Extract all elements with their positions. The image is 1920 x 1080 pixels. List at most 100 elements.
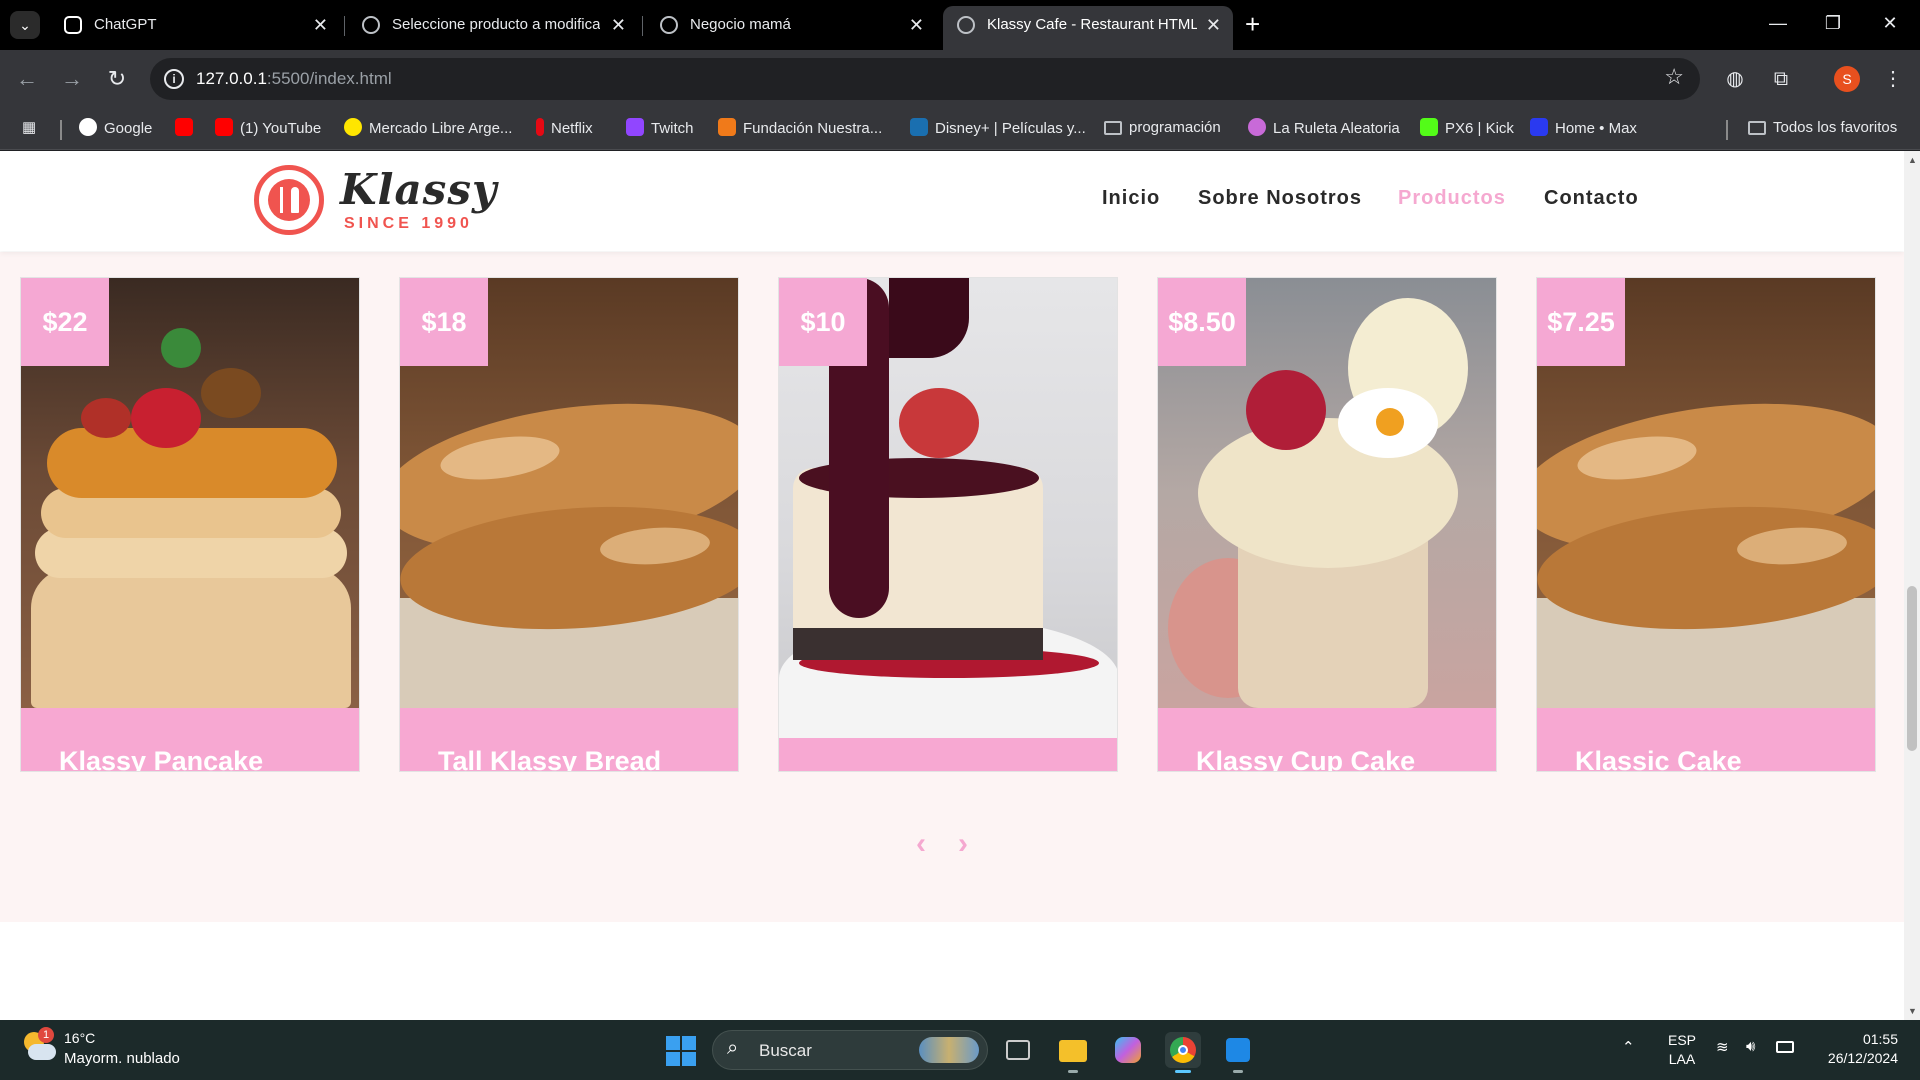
tab-klassy-cafe[interactable]: Klassy Cafe - Restaurant HTML T ✕	[943, 6, 1233, 50]
copilot-icon[interactable]	[1110, 1032, 1146, 1068]
product-card[interactable]: $18 Tall Klassy Bread	[399, 277, 739, 772]
windows-start-icon[interactable]	[666, 1036, 696, 1066]
weather-description[interactable]: Mayorm. nublado	[64, 1050, 180, 1067]
bookmarks-bar: ▦ Google (1) YouTube Mercado Libre Arge.…	[0, 108, 1920, 150]
youtube-icon	[215, 118, 233, 136]
nav-inicio[interactable]: Inicio	[1102, 187, 1160, 210]
site-header: Klassy SINCE 1990 Inicio Sobre Nosotros …	[0, 151, 1904, 251]
price-badge: $18	[400, 278, 488, 366]
extensions-puzzle-icon[interactable]: ⧉	[1768, 66, 1794, 92]
windows-taskbar: 1 16°C Mayorm. nublado ⌕ Buscar ⌃ ESP LA…	[0, 1020, 1920, 1080]
tab-chatgpt[interactable]: ChatGPT ✕	[50, 6, 340, 50]
scrollbar-thumb[interactable]	[1907, 586, 1917, 751]
tab-divider	[642, 16, 643, 36]
product-card[interactable]: $8.50 Klassy Cup Cake	[1157, 277, 1497, 772]
reload-button[interactable]: ↻	[102, 64, 132, 94]
carousel-next-button[interactable]: ›	[958, 827, 968, 861]
bookmark-twitch[interactable]: Twitch	[626, 118, 694, 139]
all-bookmarks-folder[interactable]: Todos los favoritos	[1748, 118, 1897, 138]
weather-temperature[interactable]: 16°C	[64, 1030, 95, 1046]
google-icon	[79, 118, 97, 136]
disney-icon	[910, 118, 928, 136]
page-scrollbar[interactable]: ▲ ▼	[1904, 151, 1920, 1020]
tab-seleccione-producto[interactable]: Seleccione producto a modifica ✕	[348, 6, 638, 50]
nav-contacto[interactable]: Contacto	[1544, 187, 1639, 210]
bookmark-youtube-shortcut[interactable]	[175, 118, 200, 139]
keyboard-layout: LAA	[1668, 1051, 1696, 1067]
back-button[interactable]: ←	[12, 64, 42, 94]
close-tab-icon[interactable]: ✕	[909, 6, 924, 44]
close-tab-icon[interactable]: ✕	[611, 6, 626, 44]
ruleta-icon	[1248, 118, 1266, 136]
bookmark-label: Disney+ | Películas y...	[935, 120, 1086, 137]
menu-kebab-icon[interactable]: ⋮	[1880, 66, 1906, 92]
bookmark-star-icon[interactable]: ☆	[1664, 64, 1684, 90]
apps-grid-icon[interactable]: ▦	[22, 118, 36, 138]
url-text[interactable]: 127.0.0.1:5500/index.html	[196, 69, 392, 89]
bookmark-label: (1) YouTube	[240, 120, 322, 137]
chrome-icon[interactable]	[1165, 1032, 1201, 1073]
restore-button[interactable]: ❐	[1813, 8, 1853, 38]
fundacion-icon	[718, 118, 736, 136]
bookmark-label: Netflix	[551, 120, 593, 137]
close-tab-icon[interactable]: ✕	[1206, 6, 1221, 44]
site-info-icon[interactable]: i	[164, 69, 184, 89]
bookmark-divider	[1726, 120, 1728, 140]
bookmark-netflix[interactable]: Netflix	[536, 118, 593, 139]
wifi-icon[interactable]: ≋	[1716, 1038, 1729, 1056]
scroll-up-arrow-icon[interactable]: ▲	[1908, 155, 1917, 165]
nav-sobre-nosotros[interactable]: Sobre Nosotros	[1198, 187, 1362, 210]
bookmark-max[interactable]: Home • Max	[1530, 118, 1637, 139]
carousel-prev-button[interactable]: ‹	[916, 827, 926, 861]
forward-button[interactable]: →	[57, 64, 87, 94]
bookmark-label: La Ruleta Aleatoria	[1273, 120, 1400, 137]
close-tab-icon[interactable]: ✕	[313, 6, 328, 44]
battery-icon[interactable]	[1776, 1041, 1794, 1053]
language-indicator[interactable]: ESP LAA	[1668, 1031, 1696, 1069]
tab-search-button[interactable]: ⌄	[10, 11, 40, 39]
task-view-icon[interactable]	[1000, 1032, 1036, 1068]
tab-title: Klassy Cafe - Restaurant HTML T	[987, 16, 1197, 33]
bookmark-label: Google	[104, 120, 153, 137]
minimize-button[interactable]: —	[1758, 8, 1798, 38]
volume-icon[interactable]: 🔊︎	[1746, 1038, 1755, 1055]
bookmark-fundacion[interactable]: Fundación Nuestra...	[718, 118, 882, 139]
profile-avatar[interactable]: S	[1834, 66, 1860, 92]
bookmark-youtube[interactable]: (1) YouTube	[215, 118, 321, 139]
nav-productos[interactable]: Productos	[1398, 187, 1506, 210]
taskbar-search[interactable]: ⌕ Buscar	[712, 1030, 988, 1070]
kick-icon	[1420, 118, 1438, 136]
product-name: Klassic Cake	[1575, 746, 1742, 772]
logo-plate-icon[interactable]	[254, 165, 324, 235]
extension-icon[interactable]: ◍	[1722, 66, 1748, 92]
new-tab-button[interactable]: +	[1245, 9, 1260, 39]
product-name: Tall Klassy Bread	[438, 746, 662, 772]
search-icon: ⌕	[727, 1037, 739, 1059]
system-clock[interactable]: 01:55 26/12/2024	[1818, 1030, 1898, 1068]
bookmark-label: Mercado Libre Arge...	[369, 120, 513, 137]
scroll-down-arrow-icon[interactable]: ▼	[1908, 1006, 1917, 1016]
price-badge: $8.50	[1158, 278, 1246, 366]
bookmark-mercadolibre[interactable]: Mercado Libre Arge...	[344, 118, 512, 139]
clock-time: 01:55	[1862, 1031, 1898, 1047]
globe-icon	[362, 16, 380, 34]
bookmark-folder-programacion[interactable]: programación	[1104, 118, 1221, 138]
product-card[interactable]: $7.25 Klassic Cake	[1536, 277, 1876, 772]
bookmark-kick[interactable]: PX6 | Kick	[1420, 118, 1514, 139]
bookmark-label: PX6 | Kick	[1445, 120, 1514, 137]
vscode-icon[interactable]	[1220, 1032, 1256, 1073]
bookmark-ruleta[interactable]: La Ruleta Aleatoria	[1248, 118, 1400, 139]
tab-negocio-mama[interactable]: Negocio mamá ✕	[646, 6, 936, 50]
product-card[interactable]: $22 Klassy Pancake	[20, 277, 360, 772]
address-bar[interactable]: i 127.0.0.1:5500/index.html ☆	[150, 58, 1700, 100]
close-window-button[interactable]: ✕	[1870, 8, 1910, 38]
bookmark-disney[interactable]: Disney+ | Películas y...	[910, 118, 1086, 139]
logo-wordmark[interactable]: Klassy	[340, 165, 497, 214]
bookmark-google[interactable]: Google	[79, 118, 152, 139]
products-carousel: $22 Klassy Pancake $18 Tall Klassy Bread	[0, 252, 1904, 922]
product-name: Klassy Pancake	[59, 746, 264, 772]
file-explorer-icon[interactable]	[1055, 1032, 1091, 1073]
url-path: :5500/index.html	[266, 69, 392, 88]
tray-chevron-up-icon[interactable]: ⌃	[1622, 1038, 1635, 1056]
product-card[interactable]: $10	[778, 277, 1118, 772]
